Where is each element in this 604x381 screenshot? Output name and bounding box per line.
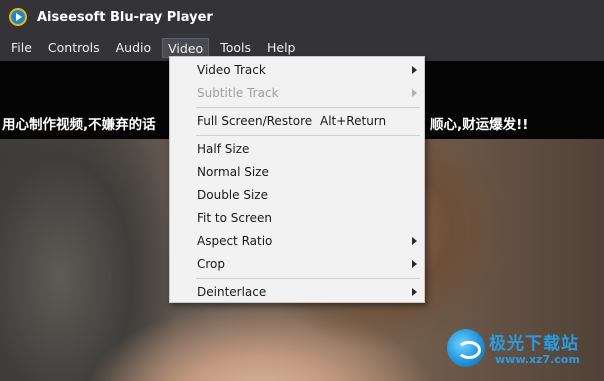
submenu-arrow-icon bbox=[412, 66, 417, 74]
subtitle-text-left: 用心制作视频,不嫌弃的话 bbox=[2, 117, 156, 133]
menu-item-label: Subtitle Track bbox=[197, 86, 279, 100]
title-bar: Aiseesoft Blu-ray Player bbox=[0, 0, 604, 34]
menu-item-deinterlace[interactable]: Deinterlace bbox=[171, 281, 423, 303]
submenu-arrow-icon bbox=[412, 260, 417, 268]
video-menu-dropdown: Video Track Subtitle Track Full Screen/R… bbox=[169, 56, 425, 303]
menu-item-fit-to-screen[interactable]: Fit to Screen bbox=[171, 207, 423, 229]
menu-item-video-track[interactable]: Video Track bbox=[171, 59, 423, 81]
menu-help[interactable]: Help bbox=[262, 38, 301, 58]
menu-video[interactable]: Video bbox=[162, 37, 210, 58]
watermark-url: www.xz7.com bbox=[495, 353, 580, 366]
app-title: Aiseesoft Blu-ray Player bbox=[37, 9, 213, 25]
menu-tools[interactable]: Tools bbox=[215, 38, 256, 58]
watermark-logo-icon bbox=[447, 329, 485, 367]
submenu-arrow-icon bbox=[412, 288, 417, 296]
menu-file[interactable]: File bbox=[6, 38, 37, 58]
menu-item-label: Deinterlace bbox=[197, 285, 267, 299]
submenu-arrow-icon bbox=[412, 237, 417, 245]
menu-item-shortcut: Alt+Return bbox=[320, 114, 387, 128]
menu-item-label: Crop bbox=[197, 257, 226, 271]
app-logo-icon bbox=[9, 8, 27, 26]
menu-item-label: Video Track bbox=[197, 63, 266, 77]
menu-controls[interactable]: Controls bbox=[43, 38, 105, 58]
menu-item-label: Normal Size bbox=[197, 165, 269, 179]
menu-item-full-screen[interactable]: Full Screen/Restore Alt+Return bbox=[171, 110, 423, 132]
subtitle-text-right: 顺心,财运爆发!! bbox=[430, 117, 529, 133]
menu-item-normal-size[interactable]: Normal Size bbox=[171, 161, 423, 183]
menu-item-label: Fit to Screen bbox=[197, 211, 272, 225]
menu-separator bbox=[196, 107, 420, 108]
menu-item-label: Half Size bbox=[197, 142, 250, 156]
menu-item-label: Double Size bbox=[197, 188, 268, 202]
menu-audio[interactable]: Audio bbox=[111, 38, 157, 58]
menu-item-label: Full Screen/Restore bbox=[197, 114, 313, 128]
menu-separator bbox=[196, 135, 420, 136]
submenu-arrow-icon bbox=[412, 89, 417, 97]
menu-item-double-size[interactable]: Double Size bbox=[171, 184, 423, 206]
watermark: 极光下载站 www.xz7.com bbox=[447, 325, 597, 373]
menu-item-half-size[interactable]: Half Size bbox=[171, 138, 423, 160]
menu-item-crop[interactable]: Crop bbox=[171, 253, 423, 275]
watermark-brand: 极光下载站 bbox=[489, 334, 579, 354]
menu-item-aspect-ratio[interactable]: Aspect Ratio bbox=[171, 230, 423, 252]
menu-item-subtitle-track[interactable]: Subtitle Track bbox=[171, 82, 423, 104]
menu-separator bbox=[196, 278, 420, 279]
menu-item-label: Aspect Ratio bbox=[197, 234, 273, 248]
